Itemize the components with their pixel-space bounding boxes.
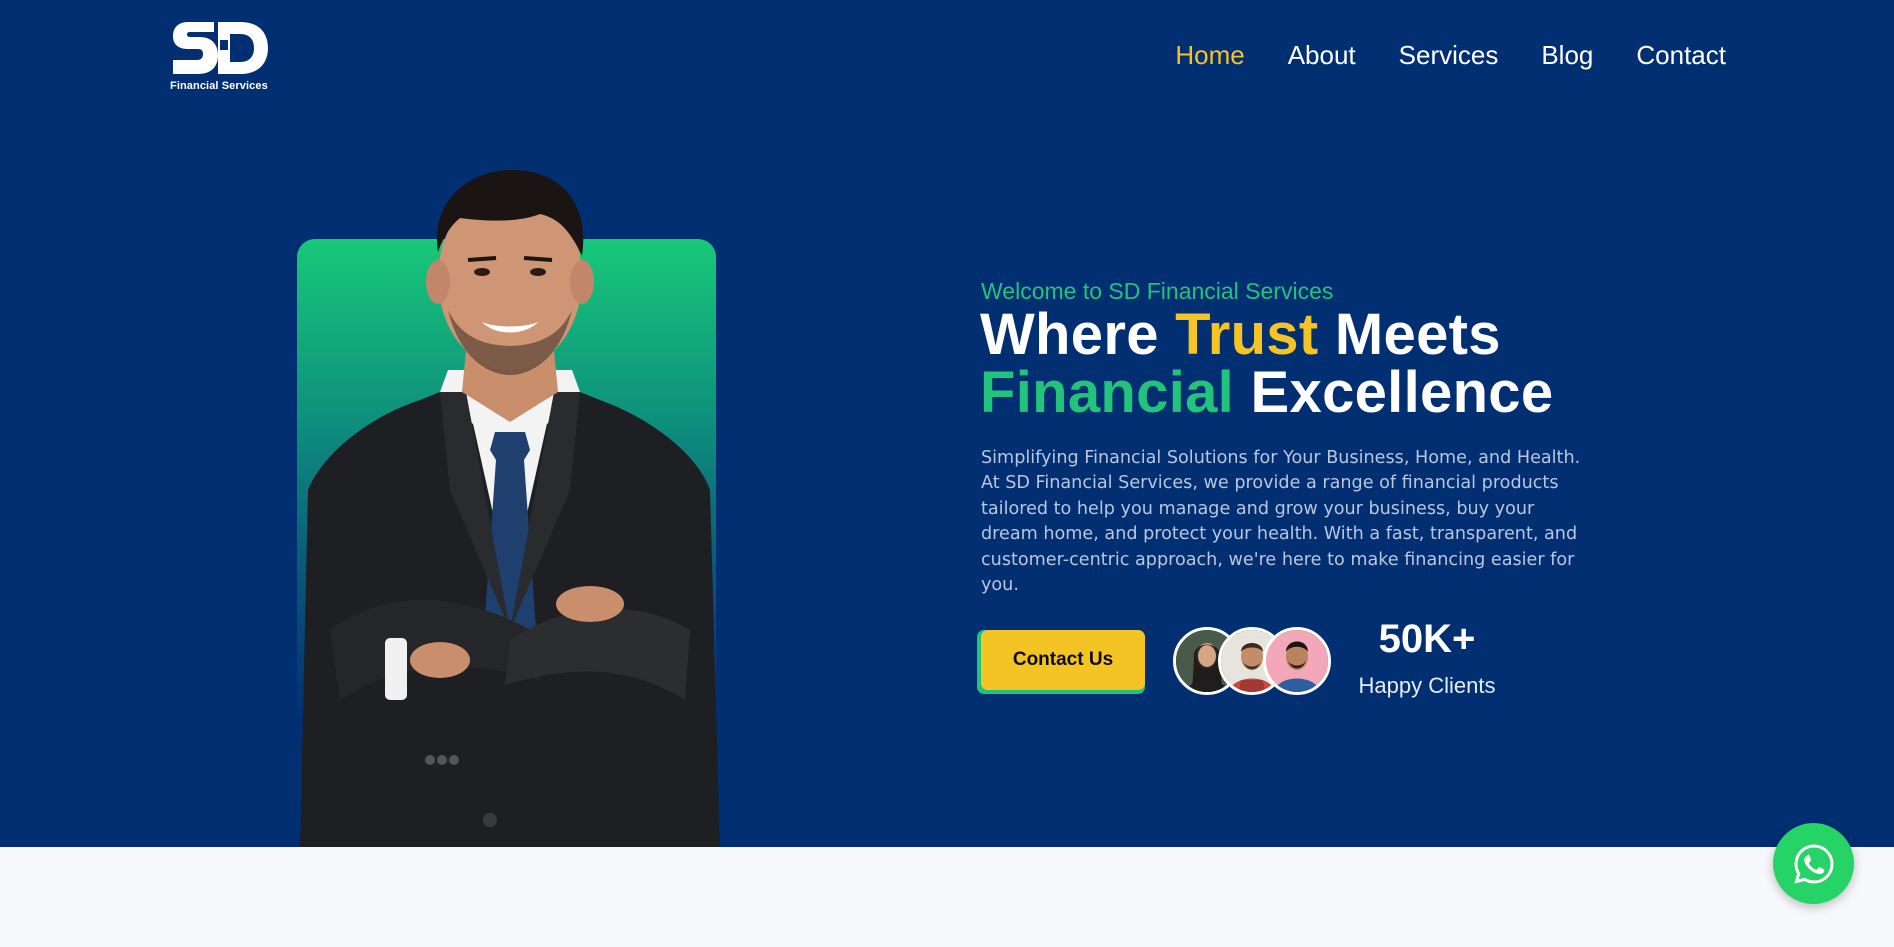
hero-headline: Where Trust Meets Financial Excellence <box>980 306 1553 422</box>
nav-services[interactable]: Services <box>1399 38 1499 72</box>
headline-part2: Meets <box>1318 302 1501 367</box>
hero-description: Simplifying Financial Solutions for Your… <box>981 448 1581 596</box>
businessman-portrait <box>300 170 720 847</box>
next-section <box>0 847 1894 947</box>
main-nav: Home About Services Blog Contact <box>1175 38 1726 72</box>
sd-logo-mark <box>173 22 268 74</box>
nav-home[interactable]: Home <box>1175 38 1244 72</box>
contact-us-button[interactable]: Contact Us <box>981 630 1145 690</box>
whatsapp-button[interactable] <box>1773 823 1854 904</box>
welcome-text: Welcome to SD Financial Services <box>981 278 1334 304</box>
contact-us-cta: Contact Us <box>977 630 1145 694</box>
headline-part3: Excellence <box>1234 360 1554 425</box>
nav-about[interactable]: About <box>1288 38 1356 72</box>
headline-highlight-trust: Trust <box>1175 302 1319 367</box>
nav-blog[interactable]: Blog <box>1541 38 1593 72</box>
client-avatars <box>1173 627 1333 695</box>
hero-section: Financial Services Home About Services B… <box>0 0 1894 847</box>
headline-highlight-financial: Financial <box>980 360 1235 425</box>
logo[interactable]: Financial Services <box>170 18 270 98</box>
avatar <box>1263 627 1331 695</box>
headline-part1: Where <box>980 302 1176 367</box>
nav-contact[interactable]: Contact <box>1636 38 1726 72</box>
whatsapp-icon <box>1793 843 1834 884</box>
clients-label: Happy Clients <box>1358 673 1496 698</box>
clients-count: 50K+ <box>1378 617 1476 661</box>
logo-subtitle: Financial Services <box>170 80 268 92</box>
